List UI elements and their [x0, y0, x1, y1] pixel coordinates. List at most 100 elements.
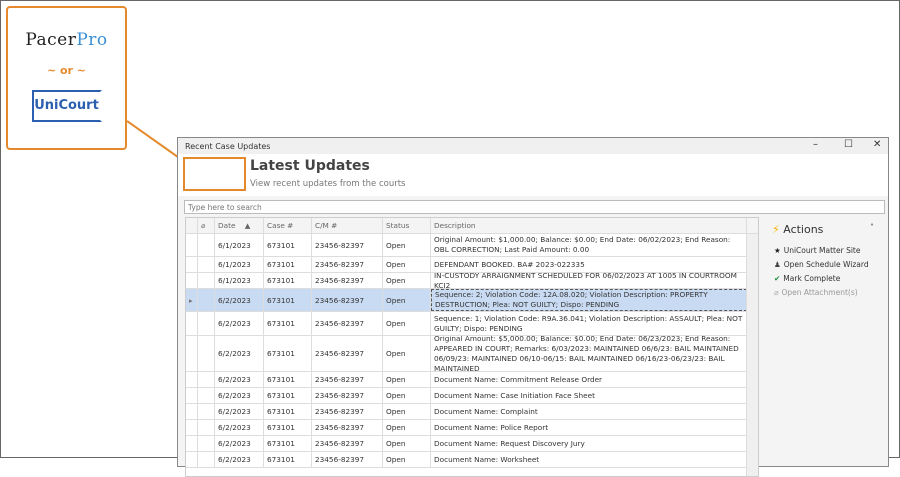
description-cell: IN-CUSTODY ARRAIGNMENT SCHEDULED FOR 06/…: [431, 273, 747, 288]
case-cell: 673101: [264, 312, 312, 335]
description-cell: Sequence: 1; Violation Code: R9A.36.041;…: [431, 312, 747, 335]
collapse-chevron-icon[interactable]: ˄: [870, 223, 874, 232]
action-label: Open Schedule Wizard: [783, 260, 869, 269]
cm-column-header[interactable]: C/M #: [312, 218, 383, 233]
attachment-column-header[interactable]: ⌀: [198, 218, 215, 233]
cm-cell: 23456-82397: [312, 372, 383, 387]
star-icon: ★: [774, 246, 781, 255]
paperclip-icon: ⌀: [201, 221, 206, 230]
page-subtitle: View recent updates from the courts: [250, 179, 406, 189]
description-column-header[interactable]: Description: [431, 218, 747, 233]
case-cell: 673101: [264, 420, 312, 435]
row-indicator: [186, 452, 198, 467]
case-cell: 673101: [264, 388, 312, 403]
action-open-schedule-wizard[interactable]: ♟ Open Schedule Wizard: [774, 260, 884, 269]
grid-header: ⌀ Date ▲ Case # C/M # Status Description: [186, 218, 758, 234]
status-cell: Open: [383, 452, 431, 467]
row-indicator: [186, 388, 198, 403]
page-title: Latest Updates: [250, 158, 370, 174]
action-label: Mark Complete: [783, 274, 841, 283]
description-cell: Document Name: Request Discovery Jury: [431, 436, 747, 451]
updates-grid: ⌀ Date ▲ Case # C/M # Status Description…: [185, 217, 759, 477]
date-cell: 6/2/2023: [215, 404, 264, 419]
date-cell: 6/1/2023: [215, 257, 264, 272]
date-cell: 6/2/2023: [215, 312, 264, 335]
status-cell: Open: [383, 234, 431, 256]
description-cell: Document Name: Commitment Release Order: [431, 372, 747, 387]
attachment-cell: [198, 234, 215, 256]
table-row[interactable]: 6/1/2023 673101 23456-82397 Open IN-CUSTODY …: [186, 273, 758, 289]
attachment-cell: [198, 452, 215, 467]
row-indicator: [186, 257, 198, 272]
table-row[interactable]: 6/1/2023 673101 23456-82397 Open Original Am…: [186, 234, 758, 257]
date-cell: 6/1/2023: [215, 234, 264, 256]
table-row[interactable]: 6/2/2023 673101 23456-82397 Open Document Na…: [186, 436, 758, 452]
status-cell: Open: [383, 420, 431, 435]
cm-cell: 23456-82397: [312, 289, 383, 311]
table-row[interactable]: 6/2/2023 673101 23456-82397 Open Document Na…: [186, 452, 758, 468]
attachment-cell: [198, 312, 215, 335]
search-input[interactable]: Type here to search: [184, 200, 885, 214]
date-cell: 6/2/2023: [215, 420, 264, 435]
case-cell: 673101: [264, 257, 312, 272]
cm-cell: 23456-82397: [312, 388, 383, 403]
table-row[interactable]: 6/2/2023 673101 23456-82397 Open Document Na…: [186, 420, 758, 436]
attachment-cell: [198, 289, 215, 311]
sort-asc-icon: ▲: [244, 221, 251, 230]
cm-cell: 23456-82397: [312, 404, 383, 419]
description-cell: Sequence: 2; Violation Code: 12A.08.020;…: [431, 289, 747, 311]
cm-cell: 23456-82397: [312, 436, 383, 451]
case-cell: 673101: [264, 289, 312, 311]
table-row[interactable]: ▸ 6/2/2023 673101 23456-82397 Open Sequence: …: [186, 289, 758, 312]
row-indicator: [186, 234, 198, 256]
status-cell: Open: [383, 312, 431, 335]
row-indicator: [186, 312, 198, 335]
date-column-header[interactable]: Date ▲: [215, 218, 264, 233]
case-cell: 673101: [264, 436, 312, 451]
cm-cell: 23456-82397: [312, 234, 383, 256]
cm-cell: 23456-82397: [312, 312, 383, 335]
status-cell: Open: [383, 273, 431, 288]
row-indicator: [186, 436, 198, 451]
description-cell: Original Amount: $5,000.00; Balance: $0.…: [431, 336, 747, 371]
date-cell: 6/2/2023: [215, 388, 264, 403]
attachment-cell: [198, 372, 215, 387]
table-row[interactable]: 6/2/2023 673101 23456-82397 Open Original Am…: [186, 336, 758, 372]
case-column-header[interactable]: Case #: [264, 218, 312, 233]
case-cell: 673101: [264, 273, 312, 288]
vertical-scrollbar[interactable]: [746, 234, 758, 476]
check-circle-icon: ✔: [774, 274, 781, 283]
page-header: Latest Updates View recent updates from …: [178, 154, 888, 196]
table-row[interactable]: 6/1/2023 673101 23456-82397 Open DEFENDANT B…: [186, 257, 758, 273]
maximize-button[interactable]: ☐: [844, 139, 853, 150]
action-mark-complete[interactable]: ✔ Mark Complete: [774, 274, 884, 283]
action-label: Open Attachment(s): [781, 288, 858, 297]
attachment-cell: [198, 420, 215, 435]
title-bar: Recent Case Updates – ☐ ✕: [178, 138, 888, 154]
row-indicator: [186, 336, 198, 371]
description-cell: Original Amount: $1,000.00; Balance: $0.…: [431, 234, 747, 256]
cm-cell: 23456-82397: [312, 257, 383, 272]
case-cell: 673101: [264, 372, 312, 387]
action-label: UniCourt Matter Site: [783, 246, 861, 255]
status-cell: Open: [383, 388, 431, 403]
attachment-cell: [198, 257, 215, 272]
case-cell: 673101: [264, 234, 312, 256]
attachment-cell: [198, 404, 215, 419]
table-row[interactable]: 6/2/2023 673101 23456-82397 Open Document Na…: [186, 404, 758, 420]
action-unicourt-matter-site[interactable]: ★ UniCourt Matter Site: [774, 246, 884, 255]
status-cell: Open: [383, 372, 431, 387]
action-open-attachment-s-[interactable]: ⌀ Open Attachment(s): [774, 288, 884, 297]
attachment-cell: [198, 388, 215, 403]
date-cell: 6/2/2023: [215, 372, 264, 387]
window-title: Recent Case Updates: [185, 142, 271, 151]
minimize-button[interactable]: –: [813, 139, 818, 150]
description-cell: Document Name: Complaint: [431, 404, 747, 419]
table-row[interactable]: 6/2/2023 673101 23456-82397 Open Document Na…: [186, 372, 758, 388]
table-row[interactable]: 6/2/2023 673101 23456-82397 Open Document Na…: [186, 388, 758, 404]
highlight-box: [183, 157, 246, 191]
table-row[interactable]: 6/2/2023 673101 23456-82397 Open Sequence: 1…: [186, 312, 758, 336]
date-cell: 6/2/2023: [215, 289, 264, 311]
close-button[interactable]: ✕: [873, 139, 881, 150]
status-column-header[interactable]: Status: [383, 218, 431, 233]
